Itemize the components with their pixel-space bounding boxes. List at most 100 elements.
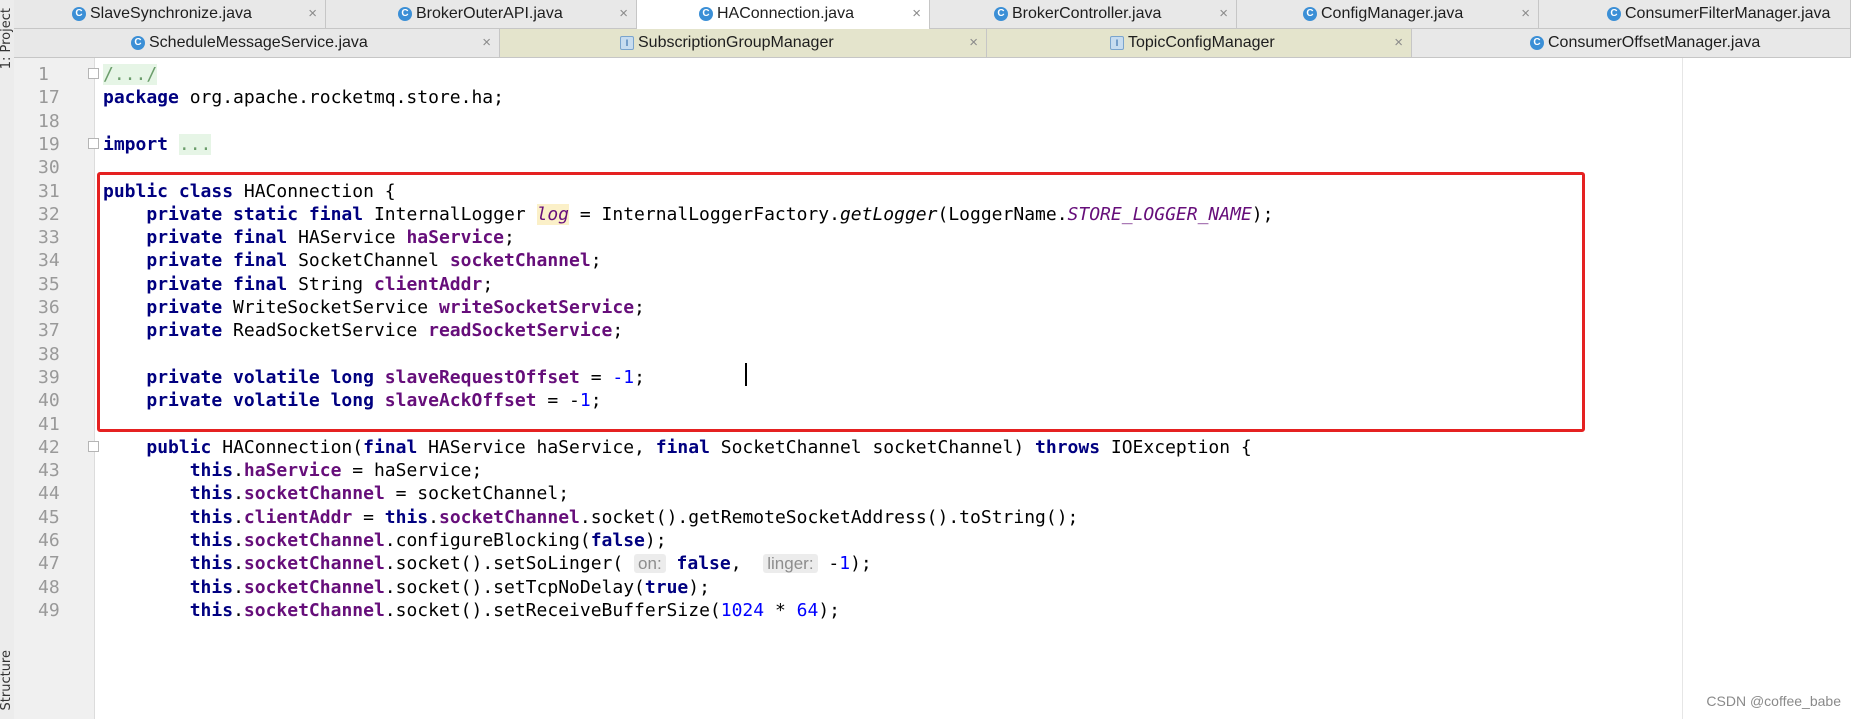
class-icon: C	[72, 7, 86, 21]
close-tab-icon[interactable]: ×	[1219, 0, 1228, 28]
code-line[interactable]: this.socketChannel.socket().setReceiveBu…	[103, 599, 840, 622]
code-line[interactable]: package org.apache.rocketmq.store.ha;	[103, 86, 504, 109]
line-number: 49	[38, 599, 60, 621]
line-number: 39	[38, 366, 60, 388]
code-line[interactable]: this.haService = haService;	[103, 459, 483, 482]
line-number: 44	[38, 483, 60, 505]
code-token: ReadSocketService	[222, 320, 429, 342]
tool-window-strip: 1: Project Structure	[0, 0, 15, 719]
line-number: 30	[38, 157, 60, 179]
code-token: private final	[146, 250, 288, 272]
code-token: =	[579, 366, 613, 388]
close-tab-icon[interactable]: ×	[1521, 0, 1530, 28]
editor-tab[interactable]: C ConsumerOffsetManager.java	[1412, 29, 1851, 57]
code-line[interactable]: import ...	[103, 133, 212, 156]
code-line[interactable]: private ReadSocketService readSocketServ…	[103, 319, 623, 342]
code-token: *	[764, 599, 797, 621]
code-line[interactable]: public HAConnection(final HAService haSe…	[103, 436, 1251, 459]
editor-tab[interactable]: C BrokerController.java ×	[930, 0, 1237, 28]
code-token: private final	[146, 227, 288, 249]
tab-label: BrokerOuterAPI.java	[416, 5, 563, 22]
tab-label: TopicConfigManager	[1128, 34, 1275, 51]
tab-label: HAConnection.java	[717, 5, 854, 22]
code-token: ;	[590, 250, 602, 272]
editor-tab[interactable]: I TopicConfigManager ×	[987, 29, 1412, 57]
code-token: this	[189, 553, 234, 575]
code-line[interactable]: private WriteSocketService writeSocketSe…	[103, 296, 645, 319]
code-line[interactable]: private final String clientAddr;	[103, 273, 493, 296]
close-tab-icon[interactable]: ×	[912, 0, 921, 28]
code-token: socketChannel	[449, 250, 591, 272]
code-token: socketChannel	[243, 553, 385, 575]
class-icon: C	[1607, 7, 1621, 21]
code-token: = socketChannel;	[384, 483, 570, 505]
close-tab-icon[interactable]: ×	[482, 29, 491, 57]
code-token: .socket().setTcpNoDelay(	[384, 576, 645, 598]
line-number: 35	[38, 273, 60, 295]
fold-toggle-icon[interactable]	[88, 440, 99, 452]
code-token: getLogger	[839, 203, 938, 225]
code-token: .	[233, 553, 244, 575]
editor-tab[interactable]: C BrokerOuterAPI.java ×	[326, 0, 637, 28]
line-number: 42	[38, 436, 60, 458]
code-line[interactable]: private volatile long slaveRequestOffset…	[103, 366, 645, 389]
code-line[interactable]: private final HAService haService;	[103, 226, 515, 249]
code-token: socketChannel	[439, 506, 580, 528]
code-token: final	[363, 436, 418, 458]
line-number: 46	[38, 530, 60, 551]
code-line[interactable]: private volatile long slaveAckOffset = -…	[103, 389, 601, 412]
text-caret	[745, 363, 747, 386]
code-token: this	[189, 506, 234, 528]
code-token: this	[189, 460, 234, 482]
structure-tool-button[interactable]: Structure	[0, 650, 14, 710]
tab-label: SubscriptionGroupManager	[638, 34, 834, 51]
close-tab-icon[interactable]: ×	[619, 0, 628, 28]
close-tab-icon[interactable]: ×	[1394, 29, 1403, 57]
editor-tab[interactable]: C ScheduleMessageService.java ×	[14, 29, 500, 57]
code-token: .	[233, 576, 244, 598]
code-token: SocketChannel socketChannel)	[709, 436, 1036, 458]
code-token: false	[590, 530, 645, 551]
code-token: =	[352, 506, 385, 528]
code-line[interactable]: private final SocketChannel socketChanne…	[103, 249, 602, 272]
code-line[interactable]: private static final InternalLogger log …	[103, 203, 1273, 226]
code-token: -1	[612, 366, 635, 388]
line-number: 34	[38, 250, 60, 272]
editor-tab[interactable]: C ConfigManager.java ×	[1237, 0, 1539, 28]
code-line[interactable]: public class HAConnection {	[103, 180, 396, 203]
code-line[interactable]: this.socketChannel.configureBlocking(fal…	[103, 529, 667, 552]
code-line[interactable]: this.socketChannel.socket().setSoLinger(…	[103, 552, 872, 575]
code-token: ;	[612, 320, 624, 342]
code-editor[interactable]: /.../package org.apache.rocketmq.store.h…	[95, 58, 1851, 719]
code-token: this	[189, 599, 234, 621]
code-token: haService	[406, 227, 505, 249]
code-token: InternalLogger	[363, 203, 537, 225]
code-token: HAConnection(	[211, 436, 364, 458]
fold-toggle-icon[interactable]	[88, 137, 99, 149]
editor-tab[interactable]: C SlaveSynchronize.java ×	[14, 0, 326, 28]
code-token: log	[536, 203, 570, 225]
code-line[interactable]: this.socketChannel.socket().setTcpNoDela…	[103, 576, 710, 599]
project-tool-button[interactable]: 1: Project	[0, 8, 14, 69]
close-tab-icon[interactable]: ×	[969, 29, 978, 57]
editor-tab[interactable]: C ConsumerFilterManager.java	[1539, 0, 1851, 28]
code-token: slaveAckOffset	[384, 390, 537, 412]
close-tab-icon[interactable]: ×	[308, 0, 317, 28]
code-token: WriteSocketService	[222, 297, 439, 318]
fold-toggle-icon[interactable]	[88, 68, 99, 79]
code-line[interactable]: /.../	[103, 63, 158, 86]
code-line[interactable]: this.clientAddr = this.socketChannel.soc…	[103, 506, 1079, 529]
code-token: = haService;	[341, 460, 483, 482]
code-token: .	[233, 506, 244, 528]
code-token: HAService haService,	[417, 436, 656, 458]
editor-tab[interactable]: C HAConnection.java ×	[637, 0, 930, 29]
code-token: throws	[1035, 436, 1101, 458]
code-line[interactable]: this.socketChannel = socketChannel;	[103, 482, 569, 505]
editor-tab[interactable]: I SubscriptionGroupManager ×	[500, 29, 987, 57]
